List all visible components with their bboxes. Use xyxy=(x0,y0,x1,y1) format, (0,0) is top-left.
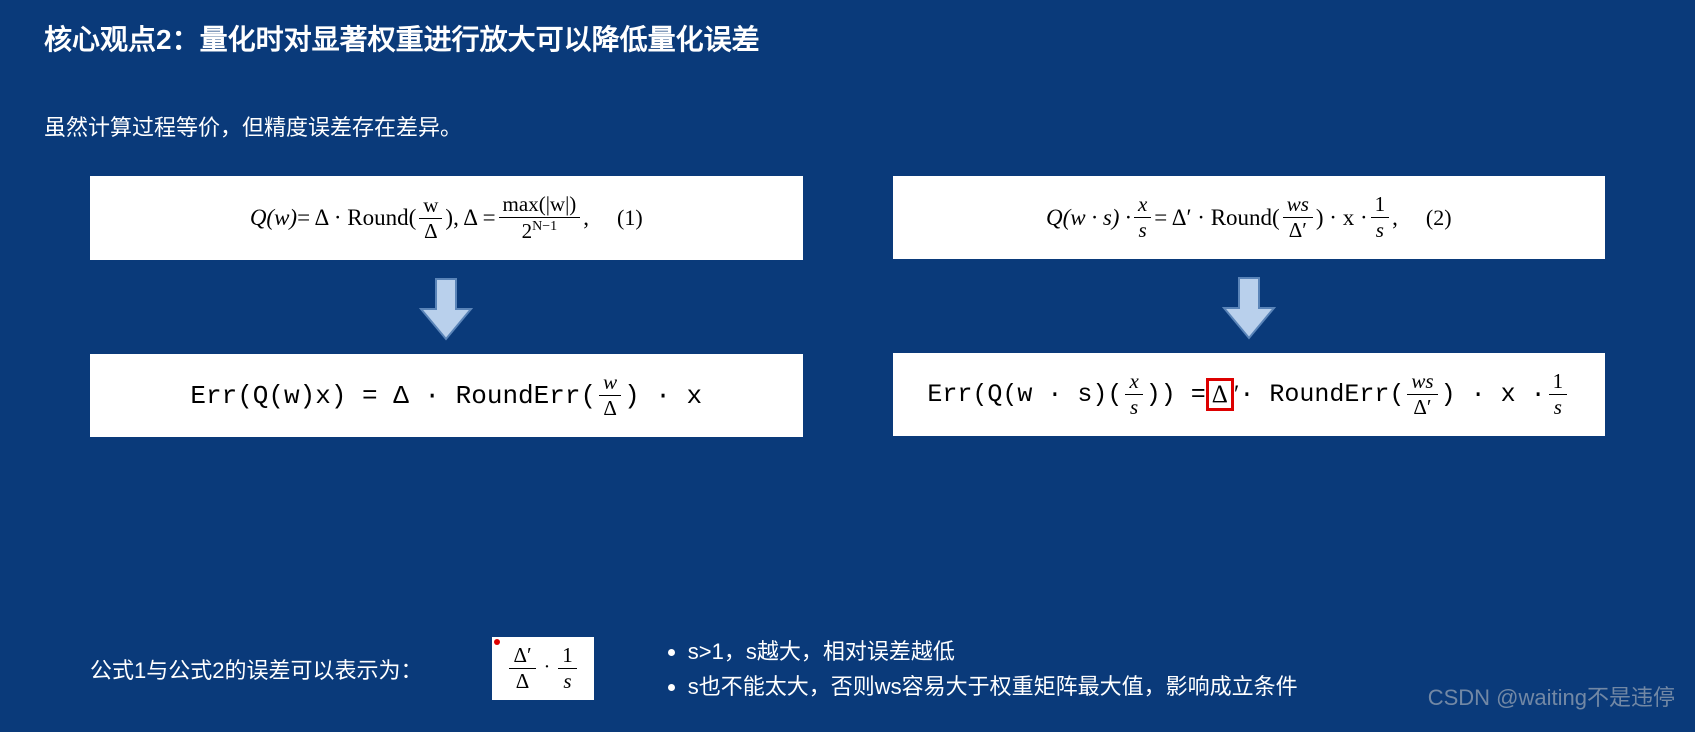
f2-fracB-num: ws xyxy=(1283,194,1313,218)
err1-frac: w Δ xyxy=(599,372,621,419)
f2-tail: , xyxy=(1392,205,1398,231)
err2-delta: Δ xyxy=(1212,381,1228,408)
f2-fracC-num: 1 xyxy=(1371,194,1390,218)
formula-2-box: Q(w · s) · x s = Δ′ · Round( ws Δ′ ) · x… xyxy=(893,176,1606,259)
marker-dot-icon xyxy=(494,639,500,645)
f2-eqnum: (2) xyxy=(1426,205,1452,231)
f1-frac1-num: w xyxy=(419,195,442,219)
f1-lhs: Q(w) xyxy=(250,205,297,231)
err2-mid1: )) = xyxy=(1146,380,1206,409)
err2-mid2: · RoundErr( xyxy=(1239,380,1404,409)
err2-fracB: ws Δ′ xyxy=(1407,371,1437,418)
arrow-down-icon xyxy=(411,274,481,344)
f1-frac2-den-exp: N−1 xyxy=(532,219,557,234)
bullet-item: s>1，s越大，相对误差越低 xyxy=(688,634,1298,669)
highlighted-delta: Δ xyxy=(1206,378,1234,412)
slide-title: 核心观点2：量化时对显著权重进行放大可以降低量化误差 xyxy=(0,0,1695,58)
err2-fracB-num: ws xyxy=(1407,371,1437,395)
f2-fracC-den: s xyxy=(1372,218,1388,241)
err2-fracC-den: s xyxy=(1550,395,1566,418)
f1-frac1: w Δ xyxy=(419,195,442,242)
bullet-item: s也不能太大，否则ws容易大于权重矩阵最大值，影响成立条件 xyxy=(688,669,1298,704)
err2-fracC-num: 1 xyxy=(1549,371,1568,395)
f2-lhs: Q(w · s) · xyxy=(1046,205,1131,231)
f1-after: ), Δ = xyxy=(445,205,495,231)
f2-fracA-num: x xyxy=(1134,194,1151,218)
err2-fracA-den: s xyxy=(1126,395,1142,418)
f2-mid: = Δ′ · Round( xyxy=(1154,205,1279,231)
err2-fracB-den: Δ′ xyxy=(1409,395,1435,418)
bottom-row: 公式1与公式2的误差可以表示为： Δ′ Δ · 1 s s>1，s越大，相对误差… xyxy=(90,634,1655,704)
column-formula-2: Q(w · s) · x s = Δ′ · Round( ws Δ′ ) · x… xyxy=(893,176,1606,437)
ratio-formula-box: Δ′ Δ · 1 s xyxy=(492,637,593,700)
ratio-frac2: 1 s xyxy=(558,645,577,692)
f2-fracB: ws Δ′ xyxy=(1283,194,1313,241)
f2-fracB-den: Δ′ xyxy=(1285,218,1311,241)
f2-after: ) · x · xyxy=(1316,205,1368,231)
err1-frac-den: Δ xyxy=(599,396,621,419)
err2-mid3: ) · x · xyxy=(1441,380,1546,409)
ratio-dot: · xyxy=(544,656,556,678)
watermark-text: CSDN @waiting不是违停 xyxy=(1428,680,1675,712)
f1-frac2-num: max(|w|) xyxy=(499,194,581,218)
error-1-box: Err(Q(w)x) = Δ · RoundErr( w Δ ) · x xyxy=(90,354,803,437)
f1-mid: = Δ · Round( xyxy=(297,205,416,231)
f1-frac1-den: Δ xyxy=(420,219,442,242)
bottom-label: 公式1与公式2的误差可以表示为： xyxy=(90,653,422,685)
f1-frac2-den: 2N−1 xyxy=(518,218,562,242)
err2-fracA: x s xyxy=(1125,371,1142,418)
err1-pre: Err(Q(w)x) = Δ · RoundErr( xyxy=(190,381,596,411)
f2-fracA: x s xyxy=(1134,194,1151,241)
f1-tail: , xyxy=(583,205,589,231)
formula-columns: Q(w) = Δ · Round( w Δ ), Δ = max(|w|) 2N… xyxy=(0,142,1695,437)
ratio-f2-num: 1 xyxy=(558,645,577,669)
err1-frac-num: w xyxy=(599,372,621,396)
f2-fracC: 1 s xyxy=(1371,194,1390,241)
err2-fracA-num: x xyxy=(1125,371,1142,395)
err1-post: ) · x xyxy=(624,381,702,411)
arrow-down-icon xyxy=(1214,273,1284,343)
slide-subtitle: 虽然计算过程等价，但精度误差存在差异。 xyxy=(0,58,1695,142)
f2-fracA-den: s xyxy=(1135,218,1151,241)
err2-fracC: 1 s xyxy=(1549,371,1568,418)
ratio-frac1: Δ′ Δ xyxy=(509,645,535,692)
f1-frac2: max(|w|) 2N−1 xyxy=(499,194,581,242)
error-2-box: Err(Q(w · s)( x s )) = Δ′ · RoundErr( ws… xyxy=(893,353,1606,436)
f1-frac2-den-base: 2 xyxy=(522,219,533,243)
column-formula-1: Q(w) = Δ · Round( w Δ ), Δ = max(|w|) 2N… xyxy=(90,176,803,437)
ratio-f1-den: Δ xyxy=(512,669,534,692)
ratio-f2-den: s xyxy=(559,669,575,692)
f1-eqnum: (1) xyxy=(617,205,643,231)
formula-1-box: Q(w) = Δ · Round( w Δ ), Δ = max(|w|) 2N… xyxy=(90,176,803,260)
bullet-list: s>1，s越大，相对误差越低 s也不能太大，否则ws容易大于权重矩阵最大值，影响… xyxy=(664,634,1298,704)
err2-pre: Err(Q(w · s)( xyxy=(927,380,1122,409)
ratio-f1-num: Δ′ xyxy=(509,645,535,669)
